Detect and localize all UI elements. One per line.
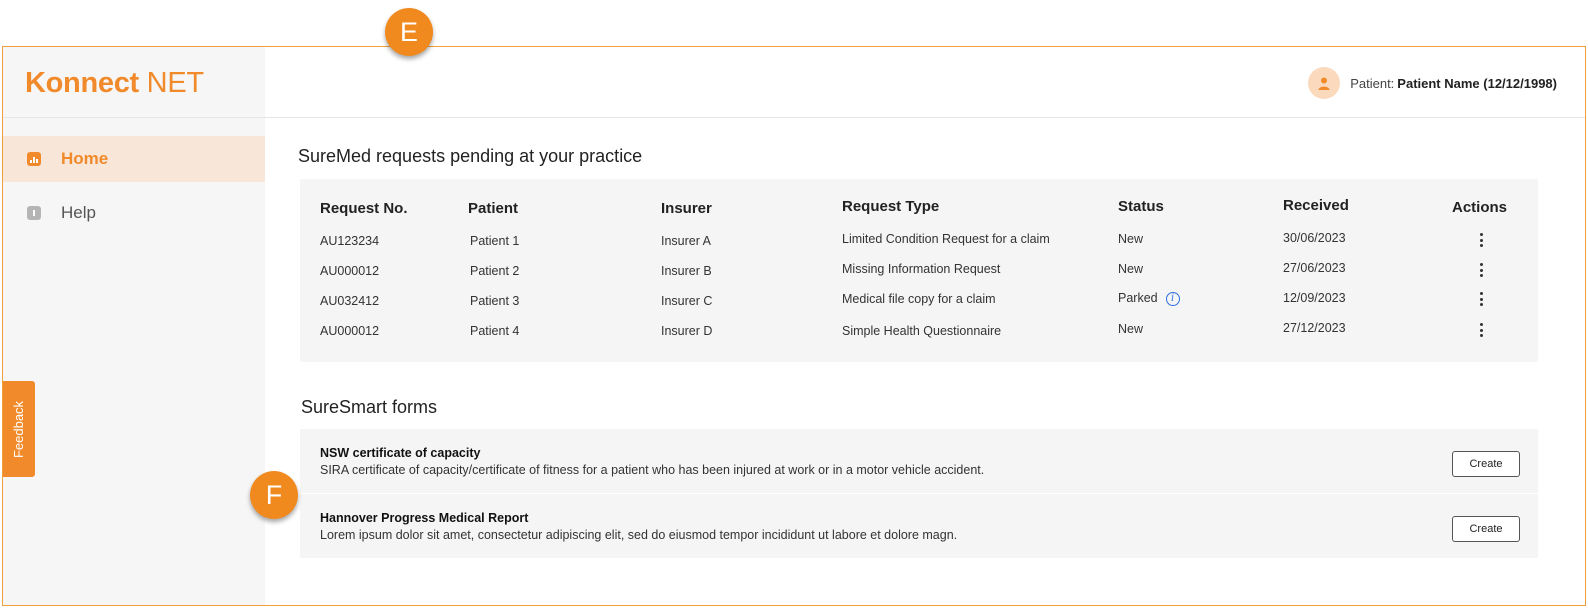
patient-context: Patient: Patient Name (12/12/1998) (1308, 67, 1557, 99)
column-header-request-no: Request No. (320, 200, 408, 217)
form-name: Hannover Progress Medical Report (320, 511, 529, 525)
form-description: SIRA certificate of capacity/certificate… (320, 463, 985, 477)
row-actions-menu-icon[interactable] (1480, 263, 1483, 277)
info-icon[interactable]: i (1165, 291, 1180, 306)
status-cell: New (1118, 232, 1144, 246)
insurer-cell: Insurer B (661, 264, 712, 278)
user-icon (1308, 67, 1341, 99)
sidebar-item-home[interactable]: Home (3, 136, 265, 182)
request-type-cell: Limited Condition Request for a claim (842, 232, 1050, 246)
sidebar: Konnect NET Home Help Feedback (3, 47, 265, 605)
patient-cell: Patient 2 (470, 264, 520, 278)
info-square-icon (27, 206, 41, 220)
status-cell: Parked i (1118, 291, 1180, 306)
patient-cell: Patient 4 (470, 324, 520, 338)
request-type-cell: Simple Health Questionnaire (842, 324, 1002, 338)
received-cell: 27/12/2023 (1283, 321, 1346, 335)
sidebar-item-label: Home (61, 149, 109, 168)
annotation-marker-e: E (385, 8, 433, 56)
row-actions-menu-icon[interactable] (1480, 233, 1483, 247)
feedback-tab[interactable]: Feedback (3, 381, 35, 477)
insurer-cell: Insurer C (661, 294, 713, 308)
request-type-cell: Medical file copy for a claim (842, 292, 996, 306)
request-no-cell: AU000012 (320, 324, 380, 338)
top-bar: Patient: Patient Name (12/12/1998) (265, 47, 1585, 118)
bar-chart-icon (27, 152, 41, 166)
request-no-cell: AU123234 (320, 234, 380, 248)
feedback-label: Feedback (11, 400, 27, 458)
sidebar-item-label: Help (61, 203, 96, 222)
app-window: Konnect NET Home Help Feedback Patient: … (2, 46, 1586, 606)
received-cell: 12/09/2023 (1283, 291, 1346, 305)
row-actions-menu-icon[interactable] (1480, 323, 1483, 337)
form-item: Hannover Progress Medical Report Lorem i… (300, 494, 1538, 558)
status-cell: New (1118, 322, 1144, 336)
sidebar-divider (3, 117, 265, 118)
column-header-patient: Patient (468, 200, 519, 217)
row-actions-menu-icon[interactable] (1480, 292, 1483, 306)
column-header-status: Status (1118, 198, 1164, 215)
column-header-request-type: Request Type (842, 198, 940, 215)
column-header-received: Received (1283, 197, 1349, 214)
patient-cell: Patient 3 (470, 294, 520, 308)
create-button[interactable]: Create (1452, 451, 1520, 477)
insurer-cell: Insurer A (661, 234, 712, 248)
app-logo: Konnect NET (25, 67, 204, 99)
annotation-marker-f: F (250, 471, 298, 519)
requests-table: Request No. Patient Insurer Request Type… (300, 179, 1538, 362)
insurer-cell: Insurer D (661, 324, 713, 338)
column-header-insurer: Insurer (661, 200, 712, 217)
patient-cell: Patient 1 (470, 234, 520, 248)
request-no-cell: AU000012 (320, 264, 380, 278)
received-cell: 30/06/2023 (1283, 231, 1346, 245)
forms-section-title: SureSmart forms (301, 397, 438, 417)
patient-label: Patient: (1350, 75, 1395, 91)
received-cell: 27/06/2023 (1283, 261, 1346, 275)
status-cell: New (1118, 262, 1144, 276)
request-type-cell: Missing Information Request (842, 262, 1001, 276)
column-header-actions: Actions (1452, 199, 1508, 216)
form-description: Lorem ipsum dolor sit amet, consectetur … (320, 528, 958, 542)
patient-name: Patient Name (12/12/1998) (1397, 75, 1557, 91)
sidebar-item-help[interactable]: Help (3, 190, 265, 236)
create-button[interactable]: Create (1452, 516, 1520, 542)
status-text: Parked (1118, 291, 1158, 305)
requests-section-title: SureMed requests pending at your practic… (298, 146, 643, 166)
form-name: NSW certificate of capacity (320, 446, 481, 460)
request-no-cell: AU032412 (320, 294, 380, 308)
form-item: NSW certificate of capacity SIRA certifi… (300, 429, 1538, 493)
